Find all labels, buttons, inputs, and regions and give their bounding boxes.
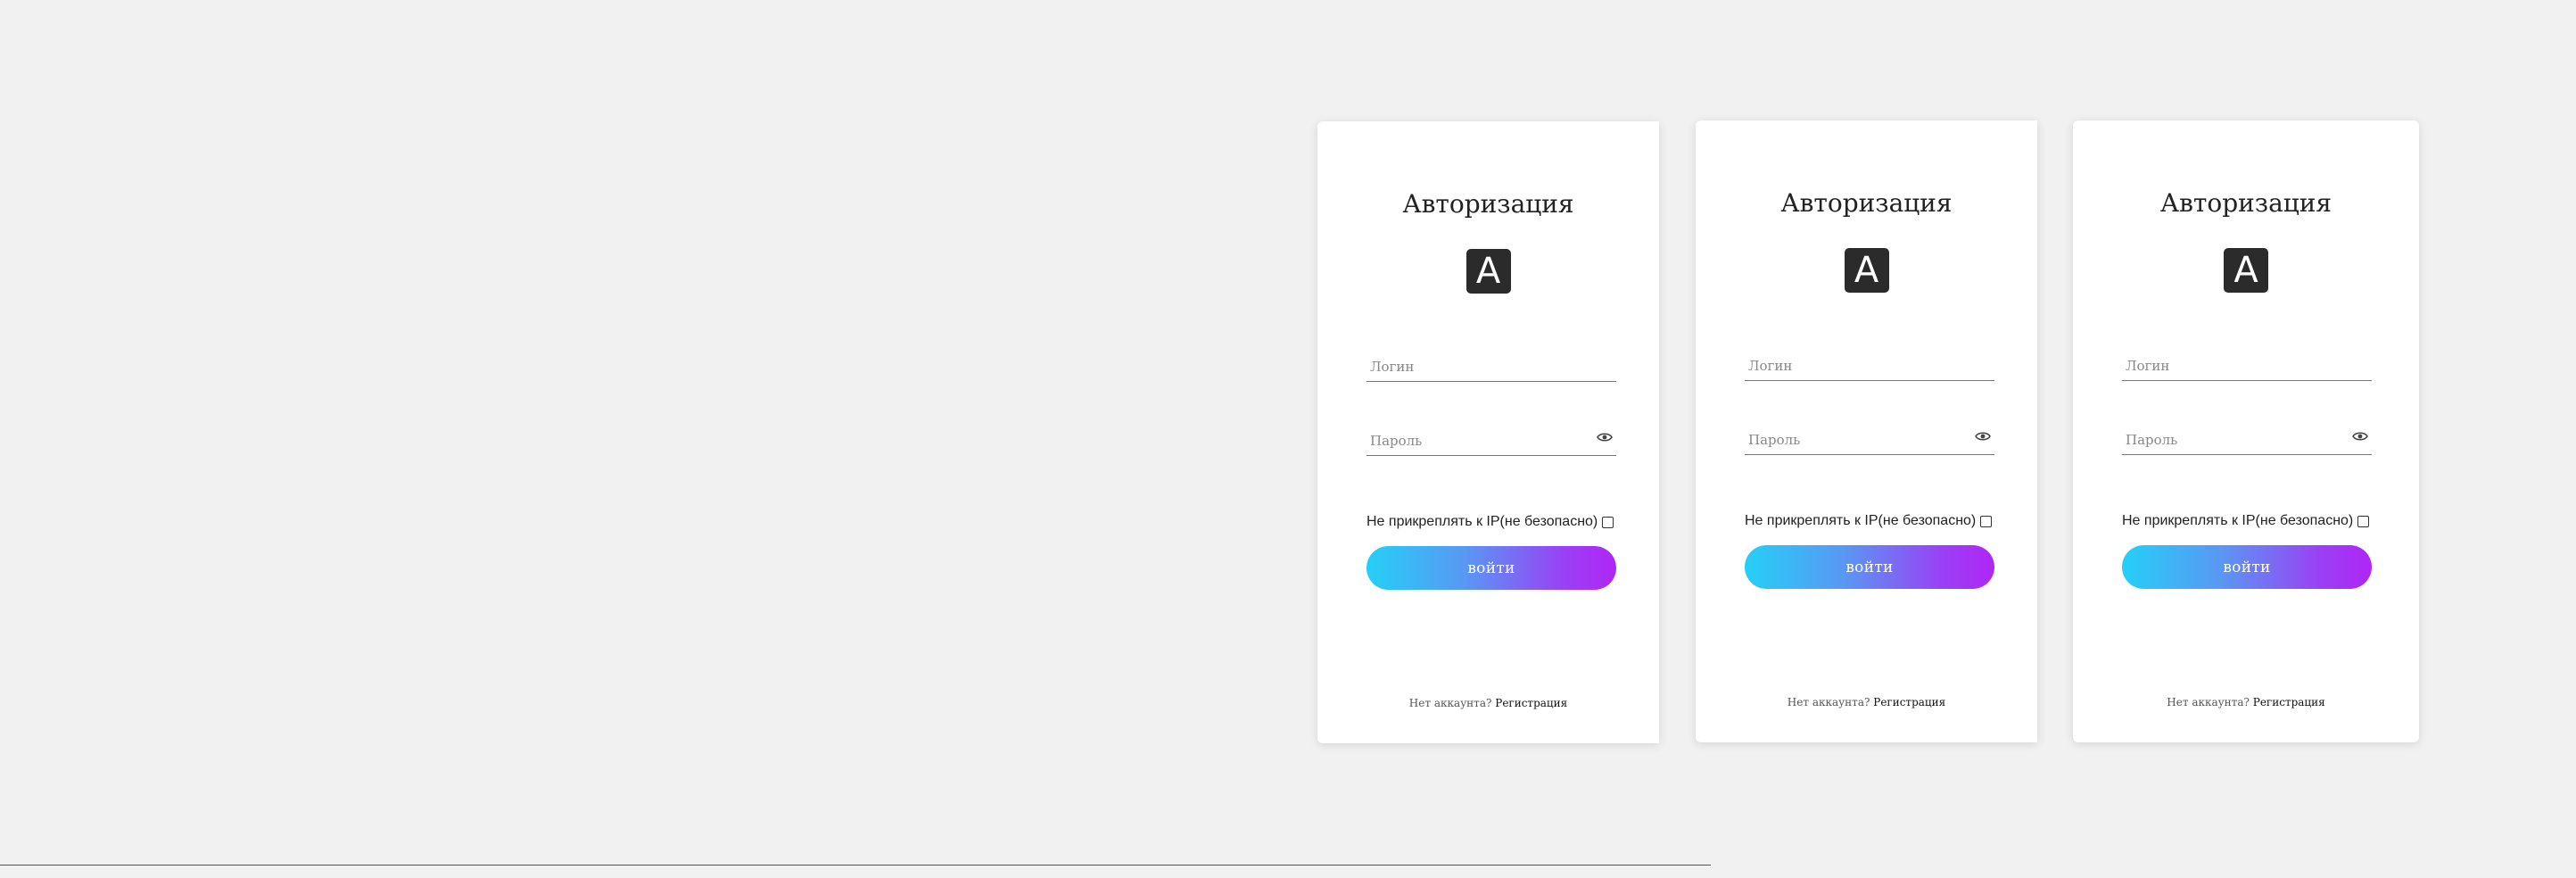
page-title: Авторизация <box>2159 188 2332 218</box>
login-input[interactable] <box>2126 355 2347 377</box>
password-input[interactable] <box>2126 429 2347 451</box>
letter-a-logo-icon: A <box>1466 249 1511 294</box>
letter-a-logo-icon: A <box>2224 248 2268 293</box>
letter-a-logo-icon: A <box>1844 248 1889 293</box>
password-field <box>1745 422 1994 455</box>
ip-option-row: Не прикреплять к IP(не безопасно) <box>1366 512 1634 532</box>
register-link[interactable]: Регистрация <box>1873 696 1945 708</box>
login-card-1: Авторизация A Не прикреплять к IP(не без… <box>1317 121 1659 743</box>
login-field <box>1366 349 1616 382</box>
login-button[interactable]: войти <box>1366 546 1616 590</box>
register-footer: Нет аккаунта? Регистрация <box>1317 697 1659 709</box>
checkbox-icon[interactable] <box>1980 515 1993 527</box>
checkbox-icon[interactable] <box>1602 516 1614 528</box>
no-account-text: Нет аккаунта? <box>1408 697 1492 709</box>
eye-icon[interactable] <box>1597 431 1613 443</box>
login-button[interactable]: войти <box>2122 545 2372 589</box>
login-input[interactable] <box>1748 355 1969 377</box>
register-link[interactable]: Регистрация <box>2253 696 2325 708</box>
password-input[interactable] <box>1748 429 1969 451</box>
password-input[interactable] <box>1370 430 1591 451</box>
register-link[interactable]: Регистрация <box>1495 697 1567 709</box>
eye-icon[interactable] <box>2352 430 2368 443</box>
login-field <box>1745 348 1994 381</box>
page-title: Авторизация <box>1402 189 1574 219</box>
checkbox-icon[interactable] <box>2357 515 2370 527</box>
ip-option-row: Не прикреплять к IP(не безопасно) <box>1745 511 2012 531</box>
ip-option-label: Не прикреплять к IP(не безопасно) <box>1366 514 1598 529</box>
no-account-text: Нет аккаунта? <box>1787 696 1870 708</box>
ip-option-label: Не прикреплять к IP(не безопасно) <box>2122 513 2354 528</box>
login-button[interactable]: войти <box>1745 545 1994 589</box>
login-input[interactable] <box>1370 356 1591 377</box>
page-title: Авторизация <box>1780 188 1953 218</box>
register-footer: Нет аккаунта? Регистрация <box>1696 696 2037 708</box>
bottom-divider <box>0 865 1711 866</box>
register-footer: Нет аккаунта? Регистрация <box>2073 696 2419 708</box>
ip-option-label: Не прикреплять к IP(не безопасно) <box>1745 513 1977 528</box>
no-account-text: Нет аккаунта? <box>2167 696 2250 708</box>
password-field <box>1366 423 1616 456</box>
password-field <box>2122 422 2372 455</box>
login-card-3: Авторизация A Не прикреплять к IP(не без… <box>2073 120 2419 742</box>
login-field <box>2122 348 2372 381</box>
ip-option-row: Не прикреплять к IP(не безопасно) <box>2122 511 2390 531</box>
login-card-2: Авторизация A Не прикреплять к IP(не без… <box>1696 120 2037 742</box>
eye-icon[interactable] <box>1975 430 1991 443</box>
